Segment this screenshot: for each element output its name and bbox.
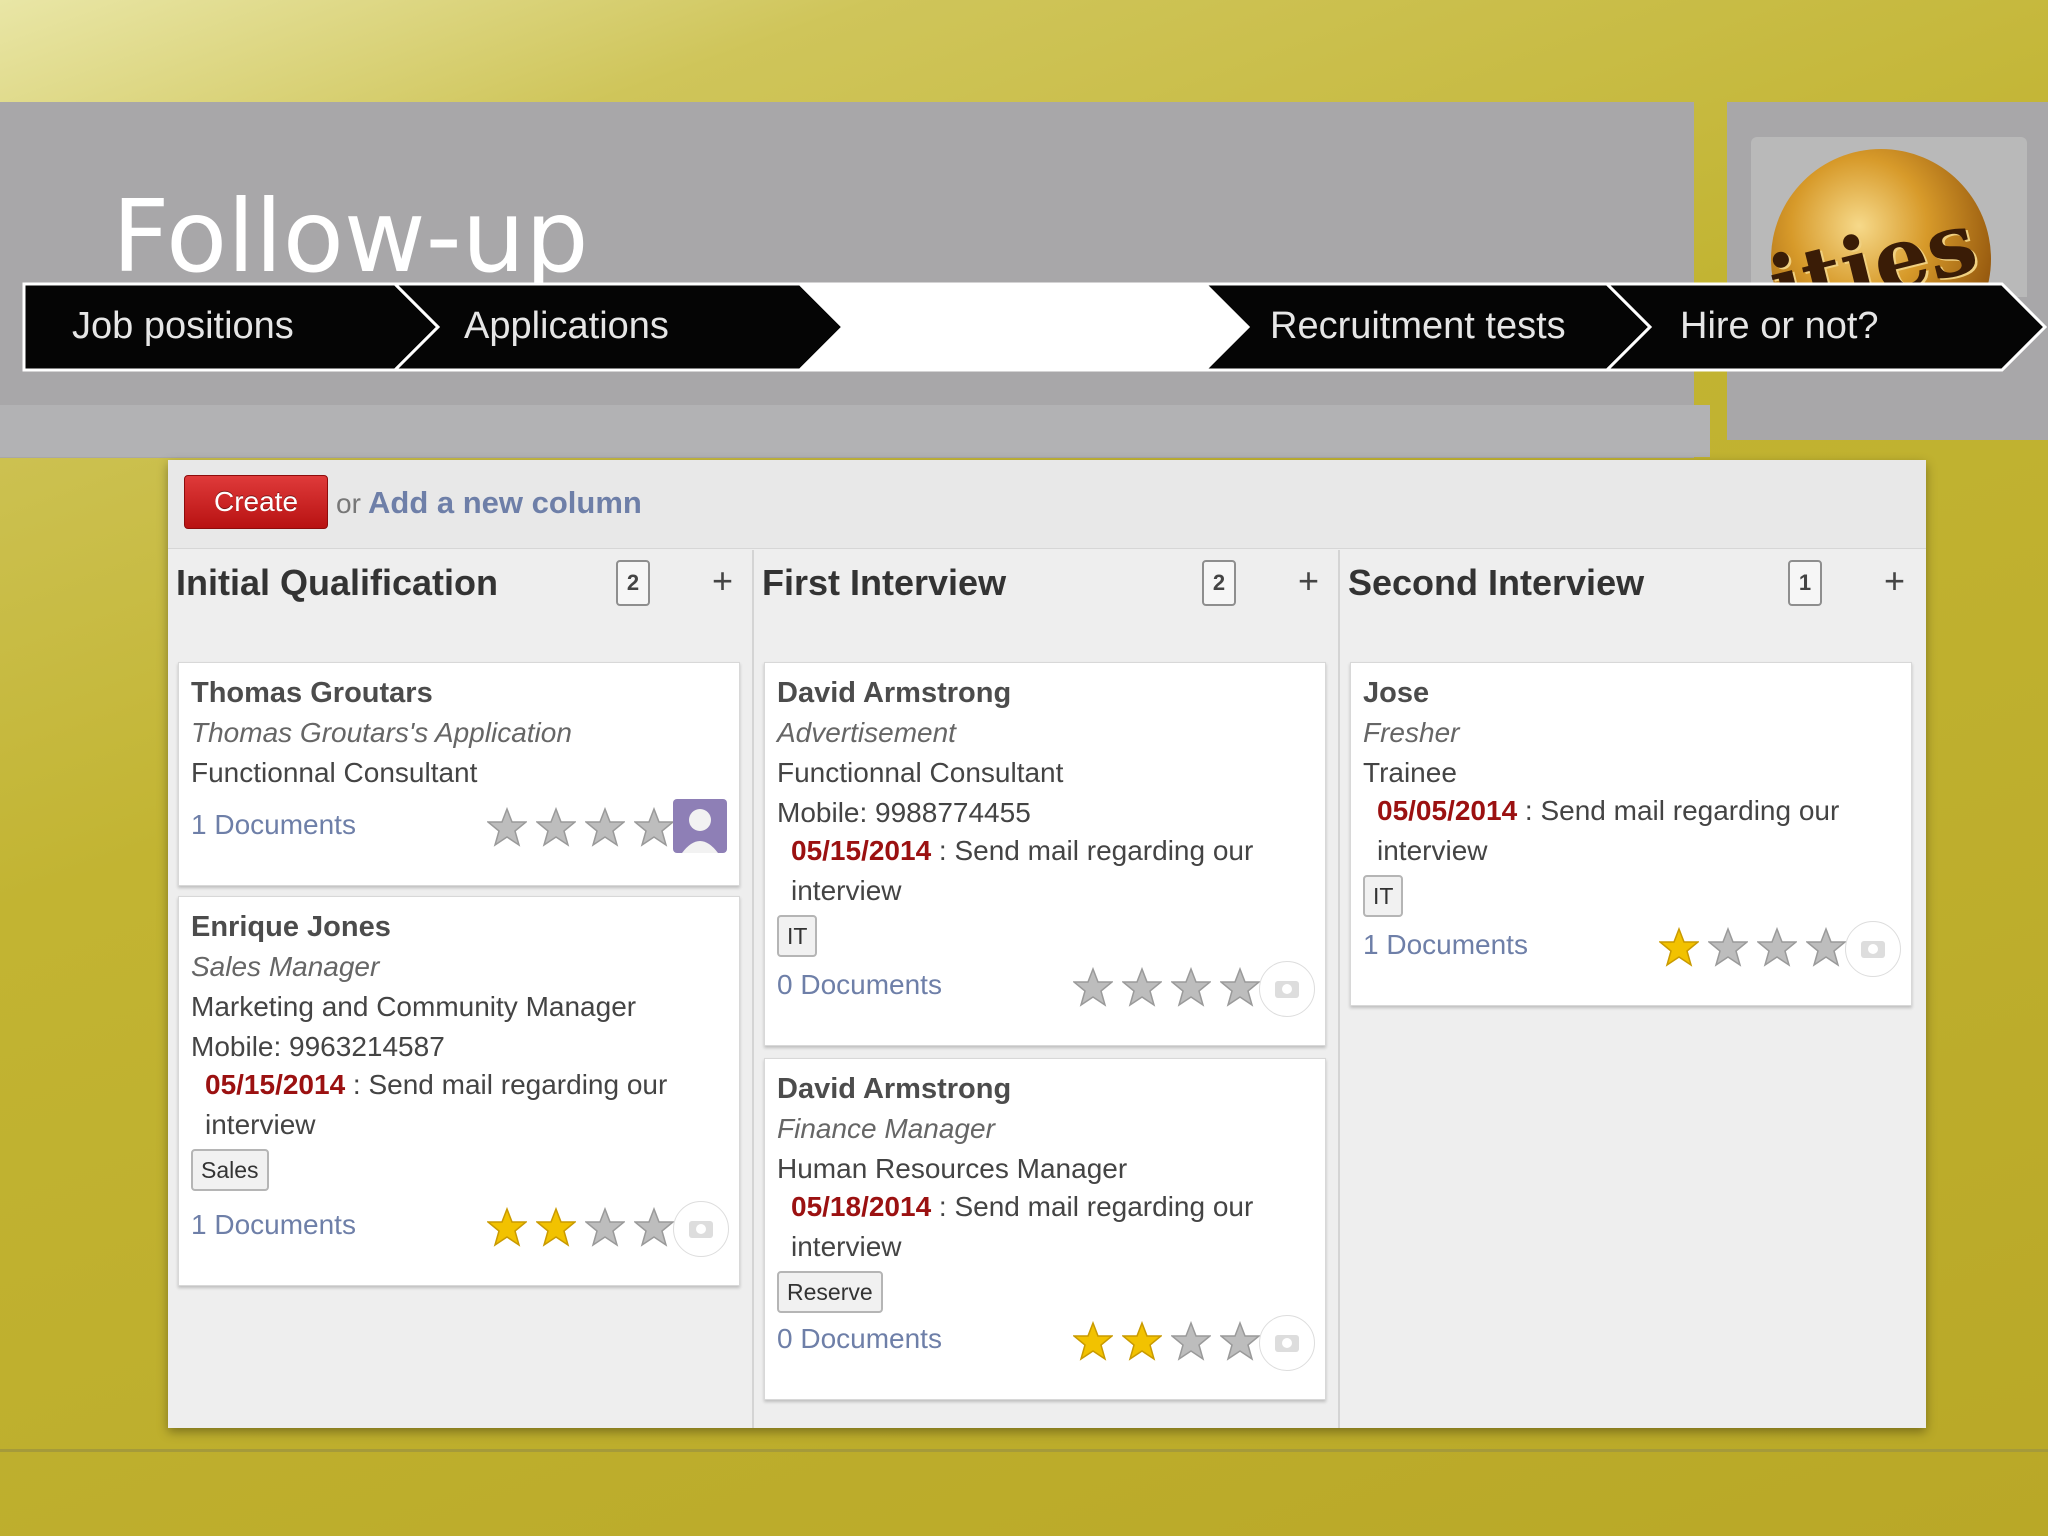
activity-date: 05/05/2014 xyxy=(1377,795,1518,826)
create-button[interactable]: Create xyxy=(184,475,328,529)
applicant-card[interactable]: Enrique Jones Sales Manager Marketing an… xyxy=(178,896,740,1286)
column-second-interview: Second Interview 1 + Jose Fresher Traine… xyxy=(1340,550,1924,1428)
priority-stars[interactable] xyxy=(1073,1321,1273,1365)
star-empty-icon[interactable] xyxy=(1757,927,1797,967)
column-initial-qualification: Initial Qualification 2 + Thomas Groutar… xyxy=(168,550,752,1428)
slide-footer-line xyxy=(0,1449,2048,1452)
priority-stars[interactable] xyxy=(1659,927,1859,971)
priority-stars[interactable] xyxy=(487,1207,687,1251)
camera-placeholder-icon xyxy=(1259,1315,1315,1371)
step-label-hire-or-not: Hire or not? xyxy=(1680,305,1879,347)
activity-date: 05/18/2014 xyxy=(791,1191,932,1222)
star-empty-icon[interactable] xyxy=(634,807,674,847)
priority-stars[interactable] xyxy=(1073,967,1273,1011)
applicant-card[interactable]: Thomas Groutars Thomas Groutars's Applic… xyxy=(178,662,740,886)
activity-date: 05/15/2014 xyxy=(205,1069,346,1100)
star-empty-icon[interactable] xyxy=(1122,967,1162,1007)
user-avatar xyxy=(673,799,727,853)
documents-link[interactable]: 1 Documents xyxy=(191,1209,356,1241)
column-first-interview: First Interview 2 + David Armstrong Adve… xyxy=(754,550,1338,1428)
next-activity: 05/15/2014 : Send mail regarding our int… xyxy=(205,1065,725,1145)
slide-title: Follow-up xyxy=(112,178,589,295)
applicant-name: David Armstrong xyxy=(777,677,1012,709)
star-empty-icon[interactable] xyxy=(1220,967,1260,1007)
applicant-mobile: Mobile: 9963214587 xyxy=(191,1031,445,1062)
step-label-applications: Applications xyxy=(464,305,669,347)
column-count-badge[interactable]: 2 xyxy=(616,560,650,606)
applicant-subject: Finance Manager xyxy=(777,1113,995,1144)
add-card-plus-icon[interactable]: + xyxy=(712,560,733,602)
applicant-name: David Armstrong xyxy=(777,1073,1012,1105)
next-activity: 05/18/2014 : Send mail regarding our int… xyxy=(791,1187,1311,1267)
star-empty-icon[interactable] xyxy=(1073,967,1113,1007)
documents-link[interactable]: 0 Documents xyxy=(777,1323,942,1355)
applicant-subject: Fresher xyxy=(1363,717,1460,748)
kanban-app: Create or Add a new column Initial Quali… xyxy=(168,460,1926,1428)
category-tag[interactable]: Sales xyxy=(191,1149,269,1191)
step-label-job-positions: Job positions xyxy=(72,305,294,347)
step-label-recruitment-tests: Recruitment tests xyxy=(1270,305,1566,347)
column-count-badge[interactable]: 1 xyxy=(1788,560,1822,606)
star-filled-icon[interactable] xyxy=(1073,1321,1113,1361)
star-empty-icon[interactable] xyxy=(1806,927,1846,967)
star-empty-icon[interactable] xyxy=(585,1207,625,1247)
star-empty-icon[interactable] xyxy=(1708,927,1748,967)
applicant-position: Trainee xyxy=(1363,757,1457,788)
company-logo: ities xyxy=(1751,137,2027,297)
applicant-position: Functionnal Consultant xyxy=(777,757,1064,788)
applicant-subject: Thomas Groutars's Application xyxy=(191,717,572,748)
applicant-card[interactable]: David Armstrong Finance Manager Human Re… xyxy=(764,1058,1326,1400)
applicant-subject: Advertisement xyxy=(777,717,956,748)
star-empty-icon[interactable] xyxy=(1171,967,1211,1007)
star-empty-icon[interactable] xyxy=(1171,1321,1211,1361)
applicant-subject: Sales Manager xyxy=(191,951,380,982)
applicant-position: Marketing and Community Manager xyxy=(191,991,637,1022)
column-count-badge[interactable]: 2 xyxy=(1202,560,1236,606)
next-activity: 05/15/2014 : Send mail regarding our int… xyxy=(791,831,1311,911)
camera-placeholder-icon xyxy=(1845,921,1901,977)
slide-header-shadow xyxy=(0,405,1710,457)
documents-link[interactable]: 1 Documents xyxy=(1363,929,1528,961)
applicant-position: Functionnal Consultant xyxy=(191,757,478,788)
camera-placeholder-icon xyxy=(673,1201,729,1257)
priority-stars[interactable] xyxy=(487,807,687,851)
kanban-toolbar: Create or Add a new column xyxy=(168,460,1926,549)
activity-date: 05/15/2014 xyxy=(791,835,932,866)
applicant-name: Thomas Groutars xyxy=(191,677,433,709)
column-title: Second Interview xyxy=(1348,562,1645,603)
star-filled-icon[interactable] xyxy=(1659,927,1699,967)
applicant-name: Enrique Jones xyxy=(191,911,391,943)
applicant-card[interactable]: David Armstrong Advertisement Functionna… xyxy=(764,662,1326,1046)
add-card-plus-icon[interactable]: + xyxy=(1884,560,1905,602)
add-column-link[interactable]: Add a new column xyxy=(368,485,642,521)
star-empty-icon[interactable] xyxy=(536,807,576,847)
star-filled-icon[interactable] xyxy=(1122,1321,1162,1361)
or-text: or xyxy=(336,488,361,519)
star-empty-icon[interactable] xyxy=(1220,1321,1260,1361)
star-filled-icon[interactable] xyxy=(536,1207,576,1247)
add-card-plus-icon[interactable]: + xyxy=(1298,560,1319,602)
category-tag[interactable]: Reserve xyxy=(777,1271,883,1313)
applicant-name: Jose xyxy=(1363,677,1430,709)
column-title: First Interview xyxy=(762,562,1007,603)
applicant-card[interactable]: Jose Fresher Trainee 05/05/2014 : Send m… xyxy=(1350,662,1912,1006)
next-activity: 05/05/2014 : Send mail regarding our int… xyxy=(1377,791,1897,871)
camera-placeholder-icon xyxy=(1259,961,1315,1017)
star-empty-icon[interactable] xyxy=(634,1207,674,1247)
applicant-position: Human Resources Manager xyxy=(777,1153,1128,1184)
category-tag[interactable]: IT xyxy=(1363,875,1404,917)
star-empty-icon[interactable] xyxy=(585,807,625,847)
star-empty-icon[interactable] xyxy=(487,807,527,847)
applicant-mobile: Mobile: 9988774455 xyxy=(777,797,1031,828)
column-title: Initial Qualification xyxy=(176,562,499,603)
star-filled-icon[interactable] xyxy=(487,1207,527,1247)
category-tag[interactable]: IT xyxy=(777,915,818,957)
documents-link[interactable]: 0 Documents xyxy=(777,969,942,1001)
step-blank xyxy=(796,282,1251,372)
documents-link[interactable]: 1 Documents xyxy=(191,809,356,841)
